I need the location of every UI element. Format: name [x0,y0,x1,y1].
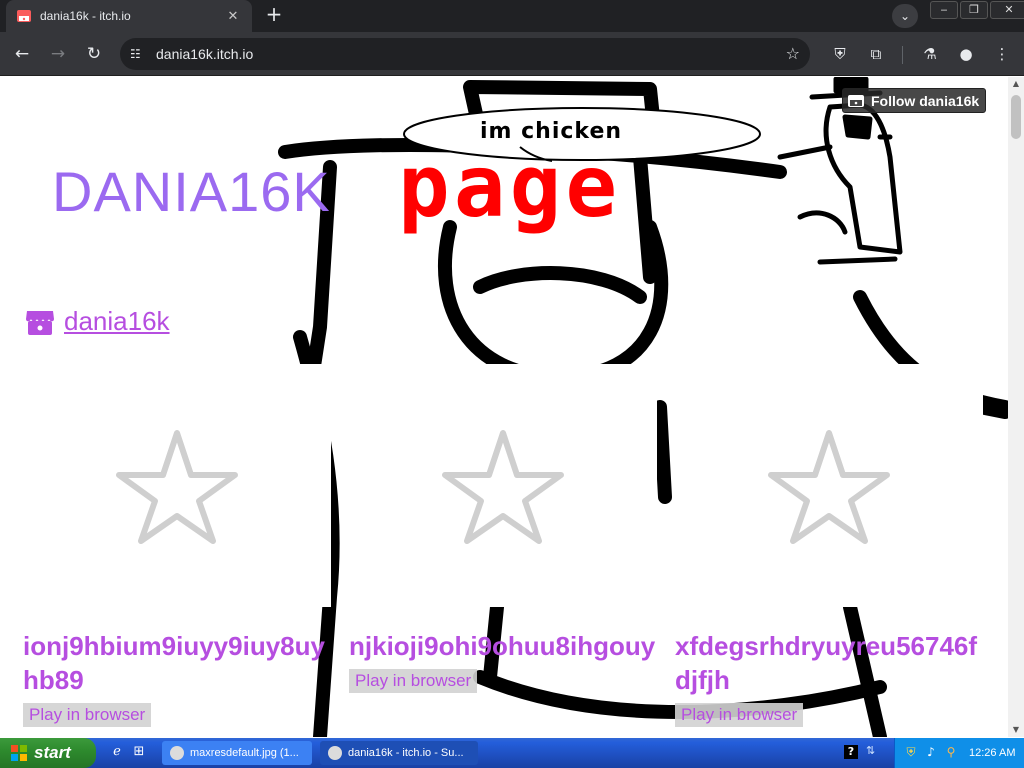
scroll-up-icon[interactable]: ▲ [1008,77,1024,91]
platform-badge: Play in browser [675,703,804,727]
system-tray: ⛨ ♪ ⚲ 12:26 AM [894,738,1024,768]
game-thumbnail[interactable] [675,364,983,607]
star-placeholder-icon [768,429,890,544]
game-card[interactable]: ionj9hbium9iuyy9iuy8uyhb89 Play in brows… [23,364,331,727]
labs-flask-icon[interactable]: ⚗ [918,42,942,66]
game-card[interactable]: njkioji9ohi9ohuu8ihgouy Play in browser [349,364,657,693]
chrome-icon [328,746,342,760]
restore-button[interactable]: ❐ [960,1,988,19]
ie-quicklaunch-icon[interactable]: ℯ [108,744,126,762]
platform-badge: Play in browser [349,669,478,693]
follow-button[interactable]: Follow dania16k [842,88,987,113]
platform-badge: Play in browser [23,703,152,727]
page-heading-left: DANIA16K [52,160,331,223]
taskbar-item-label: maxresdefault.jpg (1... [190,747,299,759]
game-thumbnail[interactable] [349,364,657,607]
taskbar-item-label: dania16k - itch.io - Su... [348,747,464,759]
game-title-link[interactable]: xfdegsrhdryuyreu56746fdjfjh [675,629,983,697]
user-link-row: dania16k [24,306,170,337]
taskbar-item-image[interactable]: maxresdefault.jpg (1... [162,741,312,765]
security-shield-icon[interactable]: ⛨ [903,745,919,761]
address-bar[interactable]: ☷ dania16k.itch.io ☆ [120,38,810,70]
start-button[interactable]: start [0,738,96,768]
network-icon[interactable]: ⇅ [866,744,882,762]
profile-avatar-icon[interactable]: ● [954,42,978,66]
windows-taskbar: start ℯ ⊞ maxresdefault.jpg (1... dania1… [0,738,1024,768]
itchio-logo-icon [26,310,54,335]
close-window-button[interactable]: ✕ [990,1,1024,19]
itchio-favicon-icon [17,10,31,22]
toolbar-divider [902,46,903,64]
back-arrow-icon[interactable]: ← [10,42,34,66]
user-name-link[interactable]: dania16k [64,306,170,337]
tab-title: dania16k - itch.io [40,9,131,23]
site-info-icon[interactable]: ☷ [130,47,150,61]
menu-kebab-icon[interactable]: ⋮ [990,42,1014,66]
star-placeholder-icon [116,429,238,544]
tab-close-icon[interactable]: ✕ [224,8,242,24]
reload-icon[interactable]: ↻ [82,42,106,66]
taskbar-item-browser[interactable]: dania16k - itch.io - Su... [320,741,478,765]
volume-icon[interactable]: ♪ [923,745,939,761]
star-placeholder-icon [442,429,564,544]
start-label: start [34,743,71,762]
game-title-link[interactable]: ionj9hbium9iuyy9iuy8uyhb89 [23,629,331,697]
scroll-down-icon[interactable]: ▼ [1008,723,1024,737]
extensions-puzzle-icon[interactable]: ⧉ [864,42,888,66]
game-card[interactable]: xfdegsrhdryuyreu56746fdjfjh Play in brow… [675,364,983,727]
tab-search-chevron-icon[interactable]: ⌄ [892,4,918,28]
desktop-quicklaunch-icon[interactable]: ⊞ [130,744,148,762]
page-heading-right: page [398,137,622,237]
tab-strip: dania16k - itch.io ✕ + ⌄ ‒ ❐ ✕ [0,0,1024,32]
windows-flag-icon [11,745,27,761]
game-thumbnail[interactable] [23,364,331,607]
address-text[interactable]: dania16k.itch.io [156,46,253,62]
follow-label: Follow dania16k [871,92,980,109]
search-tray-icon[interactable]: ⚲ [943,745,959,761]
itchio-small-icon [848,94,864,107]
page-viewport: im chicken DANIA16K page dania16k ionj9h… [0,77,1008,737]
page-scrollbar[interactable]: ▲ ▼ [1008,77,1024,737]
scrollbar-thumb[interactable] [1011,95,1021,139]
extension-shield-icon[interactable]: ⛨ [828,42,852,66]
minimize-button[interactable]: ‒ [930,1,958,19]
window-controls: ‒ ❐ ✕ [928,0,1024,20]
browser-toolbar: ← → ↻ ☷ dania16k.itch.io ☆ ⛨ ⧉ ⚗ ● ⋮ [0,32,1024,76]
new-tab-button[interactable]: + [262,3,286,27]
game-title-link[interactable]: njkioji9ohi9ohuu8ihgouy [349,629,657,663]
tab-dania16k[interactable]: dania16k - itch.io ✕ [6,0,252,32]
chrome-icon [170,746,184,760]
forward-arrow-icon[interactable]: → [46,42,70,66]
help-icon[interactable]: ? [844,745,858,759]
bookmark-star-icon[interactable]: ☆ [786,44,800,63]
clock: 12:26 AM [969,747,1016,759]
